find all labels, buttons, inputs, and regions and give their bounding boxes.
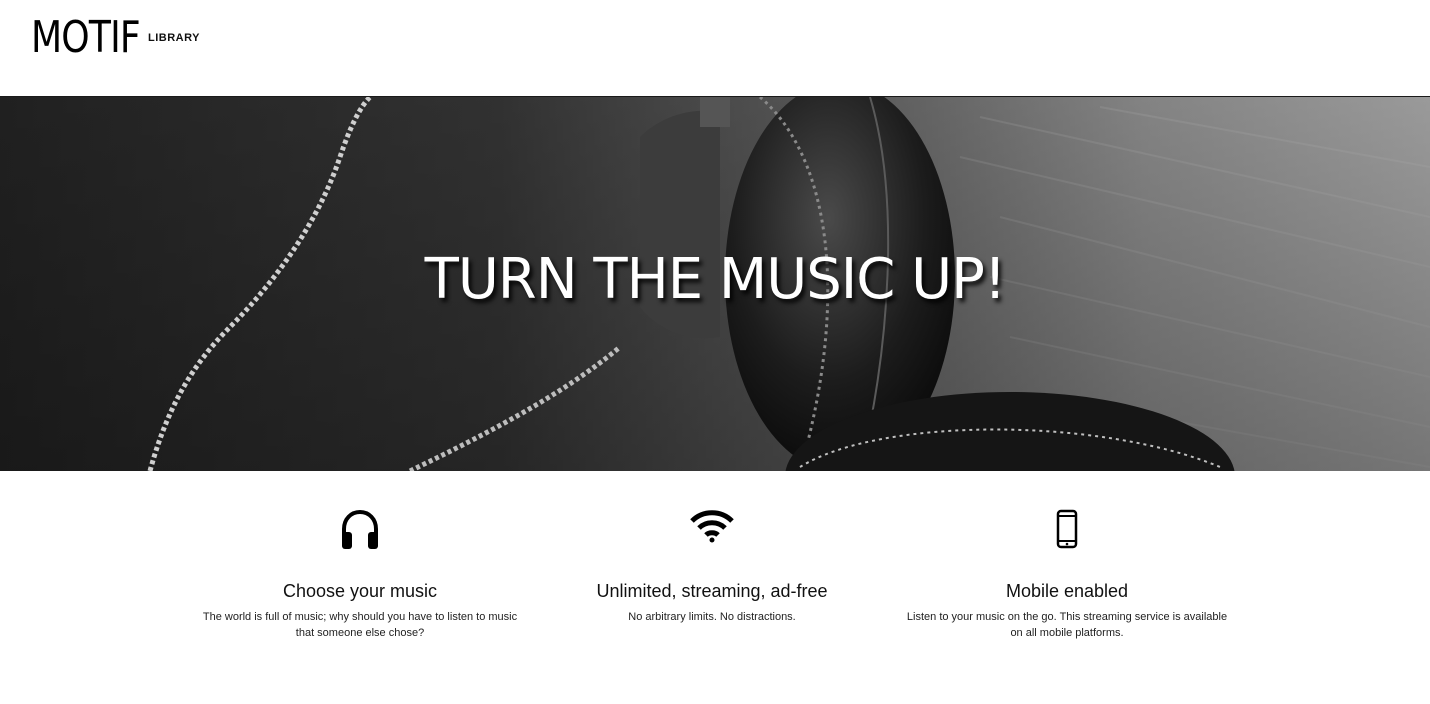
headphones-icon	[340, 509, 380, 556]
nav-link-library[interactable]: LIBRARY	[148, 32, 200, 44]
feature-text: Listen to your music on the go. This str…	[906, 611, 1228, 639]
site-header: MOTIF LIBRARY	[0, 0, 1430, 97]
feature-title: Choose your music	[282, 581, 438, 601]
feature-title: Mobile enabled	[1005, 581, 1129, 601]
wifi-icon	[690, 509, 734, 548]
features-section: Choose your music The world is full of m…	[195, 471, 1235, 704]
hero-title: TURN THE MUSIC UP!	[424, 247, 1007, 312]
mobile-phone-icon	[1056, 509, 1078, 554]
feature-text: The world is full of music; why should y…	[202, 611, 518, 639]
feature-text: No arbitrary limits. No distractions.	[628, 611, 796, 623]
feature-title: Unlimited, streaming, ad-free	[596, 581, 828, 601]
hero-banner: TURN THE MUSIC UP!	[0, 97, 1430, 471]
logo[interactable]: MOTIF	[31, 13, 141, 63]
